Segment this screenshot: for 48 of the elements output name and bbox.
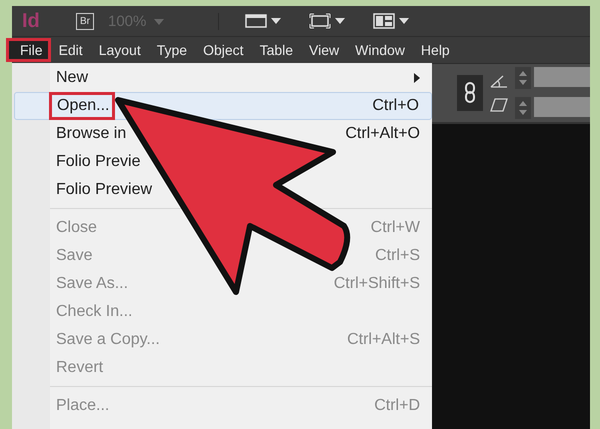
shortcut-text: Ctrl+Alt+O xyxy=(345,125,420,143)
chain-link-icon[interactable] xyxy=(457,75,483,111)
shortcut-text: Ctrl+S xyxy=(375,247,420,265)
menu-item-label: Save As... xyxy=(56,275,128,293)
menu-bar-item[interactable]: File xyxy=(6,38,51,62)
dropdown-arrow-icon[interactable] xyxy=(397,17,411,25)
menu-item-label: Save xyxy=(56,247,92,265)
menu-item-label: Open... xyxy=(57,97,110,115)
input-field[interactable] xyxy=(534,67,590,87)
menu-bar-item[interactable]: Table xyxy=(252,38,302,62)
menu-item[interactable]: Folio Preview xyxy=(14,176,432,204)
menu-item-label: Browse in xyxy=(56,125,126,143)
stepper-icon[interactable] xyxy=(515,67,531,89)
menu-item-label: Close xyxy=(56,219,97,237)
menu-bar-item[interactable]: Edit xyxy=(50,38,91,62)
menu-item-label: Check In... xyxy=(56,303,132,321)
menu-bar-item[interactable]: View xyxy=(301,38,348,62)
shortcut-text: Ctrl+Alt+S xyxy=(347,331,420,349)
menu-item-label: Folio Previe xyxy=(56,153,140,171)
shortcut-text: Ctrl+W xyxy=(370,219,420,237)
menu-item-label: New xyxy=(56,69,88,87)
shortcut-text: Ctrl+O xyxy=(372,97,419,115)
angle-icon xyxy=(489,73,509,89)
shear-icon xyxy=(489,97,509,113)
shortcut-text: Ctrl+Shift+S xyxy=(334,275,420,293)
menu-bar-item[interactable]: Help xyxy=(412,38,458,62)
menu-item[interactable]: Browse in Ctrl+Alt+O xyxy=(14,120,432,148)
menu-item[interactable]: Folio Previe xyxy=(14,148,432,176)
input-field[interactable] xyxy=(534,97,590,117)
menu-item-label: Place... xyxy=(56,397,110,415)
shortcut-text: Ctrl+D xyxy=(374,397,420,415)
screen-mode-icon[interactable] xyxy=(245,13,267,29)
dropdown-arrow-icon[interactable] xyxy=(269,17,283,25)
layout-grid-icon[interactable] xyxy=(373,13,395,29)
menu-item[interactable]: Open... Ctrl+O xyxy=(14,92,432,120)
bridge-button[interactable]: Br xyxy=(76,12,94,30)
menu-bar-item[interactable]: Layout xyxy=(90,38,149,62)
menu-item-label: Revert xyxy=(56,359,104,377)
frame-view-icon[interactable] xyxy=(309,13,331,29)
menu-item-label: Save a Copy... xyxy=(56,331,160,349)
app-logo: Id xyxy=(22,10,41,32)
menu-bar-item[interactable]: Type xyxy=(148,38,196,62)
menu-bar-item[interactable]: Object xyxy=(195,38,252,62)
menu-item[interactable]: New xyxy=(14,64,432,92)
menu-item-label: Folio Preview xyxy=(56,181,152,199)
dropdown-arrow-icon[interactable] xyxy=(333,17,347,25)
stepper-icon[interactable] xyxy=(515,97,531,119)
menu-bar-item[interactable]: Window xyxy=(347,38,413,62)
